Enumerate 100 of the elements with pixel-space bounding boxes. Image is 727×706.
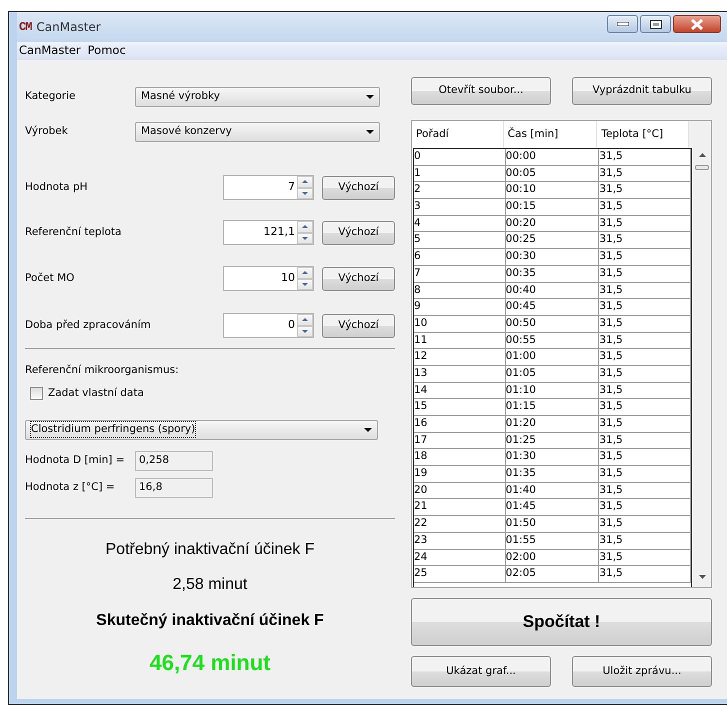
table-cell: 01:35 <box>506 466 600 482</box>
table-cell: 22 <box>414 516 506 532</box>
table-cell: 00:15 <box>506 199 600 215</box>
close-button[interactable] <box>673 15 721 33</box>
down-arrow-icon <box>302 236 308 240</box>
table-cell: 1 <box>414 166 506 182</box>
table-cell: 00:25 <box>506 232 600 248</box>
readonly-field: 16,8 <box>135 478 213 498</box>
menu-item[interactable]: CanMaster <box>19 42 81 60</box>
field-label: Kategorie <box>25 89 76 104</box>
table-cell: 01:00 <box>506 349 600 365</box>
table-cell: 20 <box>414 482 506 498</box>
spin-down-button[interactable] <box>297 326 313 337</box>
table-cell: 31,5 <box>599 466 691 482</box>
result-value: 46,74 minut <box>148 648 272 676</box>
caret-icon <box>366 95 374 99</box>
table-cell: 9 <box>414 299 506 315</box>
table-cell: 31,5 <box>599 499 691 516</box>
caret-icon <box>364 428 372 432</box>
default-button[interactable]: Výchozí <box>322 176 395 200</box>
table-cell: 0 <box>414 149 506 165</box>
table-cell: 31,5 <box>599 532 691 548</box>
spin-field[interactable]: 10 <box>223 266 314 291</box>
scroll-up-icon[interactable] <box>699 153 706 157</box>
result-label: Skutečný inaktivační účinek F <box>95 610 325 630</box>
table-cell: 31,5 <box>599 332 691 348</box>
up-arrow-icon <box>302 180 308 184</box>
table-cell: 31,5 <box>599 149 691 165</box>
table-cell: 00:10 <box>506 182 600 198</box>
table-cell: 31,5 <box>599 566 691 582</box>
table-cell: 31,5 <box>599 299 691 315</box>
up-arrow-icon <box>302 318 308 322</box>
table-cell: 31,5 <box>599 232 691 248</box>
table-cell: 31,5 <box>599 166 691 182</box>
spin-down-button[interactable] <box>297 278 313 290</box>
table-cell: 11 <box>414 332 506 348</box>
table-cell: 00:55 <box>506 332 600 348</box>
minimize-icon <box>616 22 628 26</box>
table-cell: 6 <box>414 249 506 265</box>
minimize-button[interactable] <box>607 15 638 33</box>
result-label: Potřebný inaktivační účinek F <box>104 540 316 560</box>
scroll-thumb[interactable] <box>695 165 709 170</box>
maximize-button[interactable] <box>640 15 671 33</box>
table-cell: 01:30 <box>506 449 600 466</box>
default-button[interactable]: Výchozí <box>322 266 395 290</box>
table-cell: 01:50 <box>506 516 600 532</box>
table-cell: 10 <box>414 316 506 332</box>
action-button[interactable]: Ukázat graf... <box>411 656 551 687</box>
spin-field[interactable]: 0 <box>223 313 314 338</box>
scroll-down-icon[interactable] <box>699 575 706 579</box>
calculate-button[interactable]: Spočítat ! <box>411 598 712 646</box>
spin-up-button[interactable] <box>297 267 313 278</box>
window-title: CanMaster <box>36 19 101 36</box>
table-cell: 01:05 <box>506 366 600 382</box>
table-cell: 15 <box>414 399 506 415</box>
spin-up-button[interactable] <box>297 176 313 188</box>
down-arrow-icon <box>302 192 308 195</box>
table-cell: 31,5 <box>599 349 691 365</box>
toolbar-button[interactable]: Vyprázdnit tabulku <box>572 77 712 105</box>
table-cell: 13 <box>414 366 506 382</box>
field-label: Doba před zpracováním <box>25 318 151 333</box>
spin-field[interactable]: 121,1 <box>223 220 314 245</box>
toolbar-button[interactable]: Otevřít soubor... <box>411 77 551 105</box>
table-cell: 01:45 <box>506 499 600 516</box>
table-cell: 18 <box>414 449 506 466</box>
table-cell: 01:10 <box>506 382 600 398</box>
table-cell: 31,5 <box>599 316 691 332</box>
table-cell: 00:35 <box>506 266 600 282</box>
default-button[interactable]: Výchozí <box>322 220 395 244</box>
table-cell: 2 <box>414 182 506 198</box>
table-cell: 21 <box>414 499 506 516</box>
spin-down-button[interactable] <box>297 188 313 199</box>
table-cell: 01:40 <box>506 482 600 498</box>
result-value: 2,58 minut <box>172 574 248 594</box>
dropdown[interactable]: Clostridium perfringens (spory) <box>25 420 378 440</box>
app-logo: CM <box>19 19 32 36</box>
spin-up-button[interactable] <box>297 314 313 326</box>
spin-up-button[interactable] <box>297 221 313 232</box>
table-cell: 24 <box>414 550 506 566</box>
table-cell: 00:30 <box>506 249 600 265</box>
readonly-field: 0,258 <box>135 450 213 470</box>
table-cell: 02:05 <box>506 566 600 582</box>
spin-field[interactable]: 7 <box>223 175 314 200</box>
up-arrow-icon <box>302 271 308 274</box>
close-icon <box>690 18 704 30</box>
section-heading: Referenční mikroorganismus: <box>25 363 180 378</box>
table-cell: 4 <box>414 216 506 232</box>
table-cell: 31,5 <box>599 399 691 415</box>
menu-item[interactable]: Pomoc <box>88 42 126 60</box>
action-button[interactable]: Uložit zprávu... <box>572 656 712 687</box>
table-cell: 31,5 <box>599 516 691 532</box>
dropdown[interactable]: Masové konzervy <box>135 122 380 142</box>
dropdown[interactable]: Masné výrobky <box>135 87 380 107</box>
field-label: Hodnota pH <box>25 180 88 195</box>
table-cell: 31,5 <box>599 382 691 398</box>
table-cell: 25 <box>414 566 506 582</box>
checkbox[interactable] <box>30 387 43 400</box>
table-cell: 31,5 <box>599 416 691 432</box>
spin-down-button[interactable] <box>297 232 313 244</box>
default-button[interactable]: Výchozí <box>322 314 395 338</box>
